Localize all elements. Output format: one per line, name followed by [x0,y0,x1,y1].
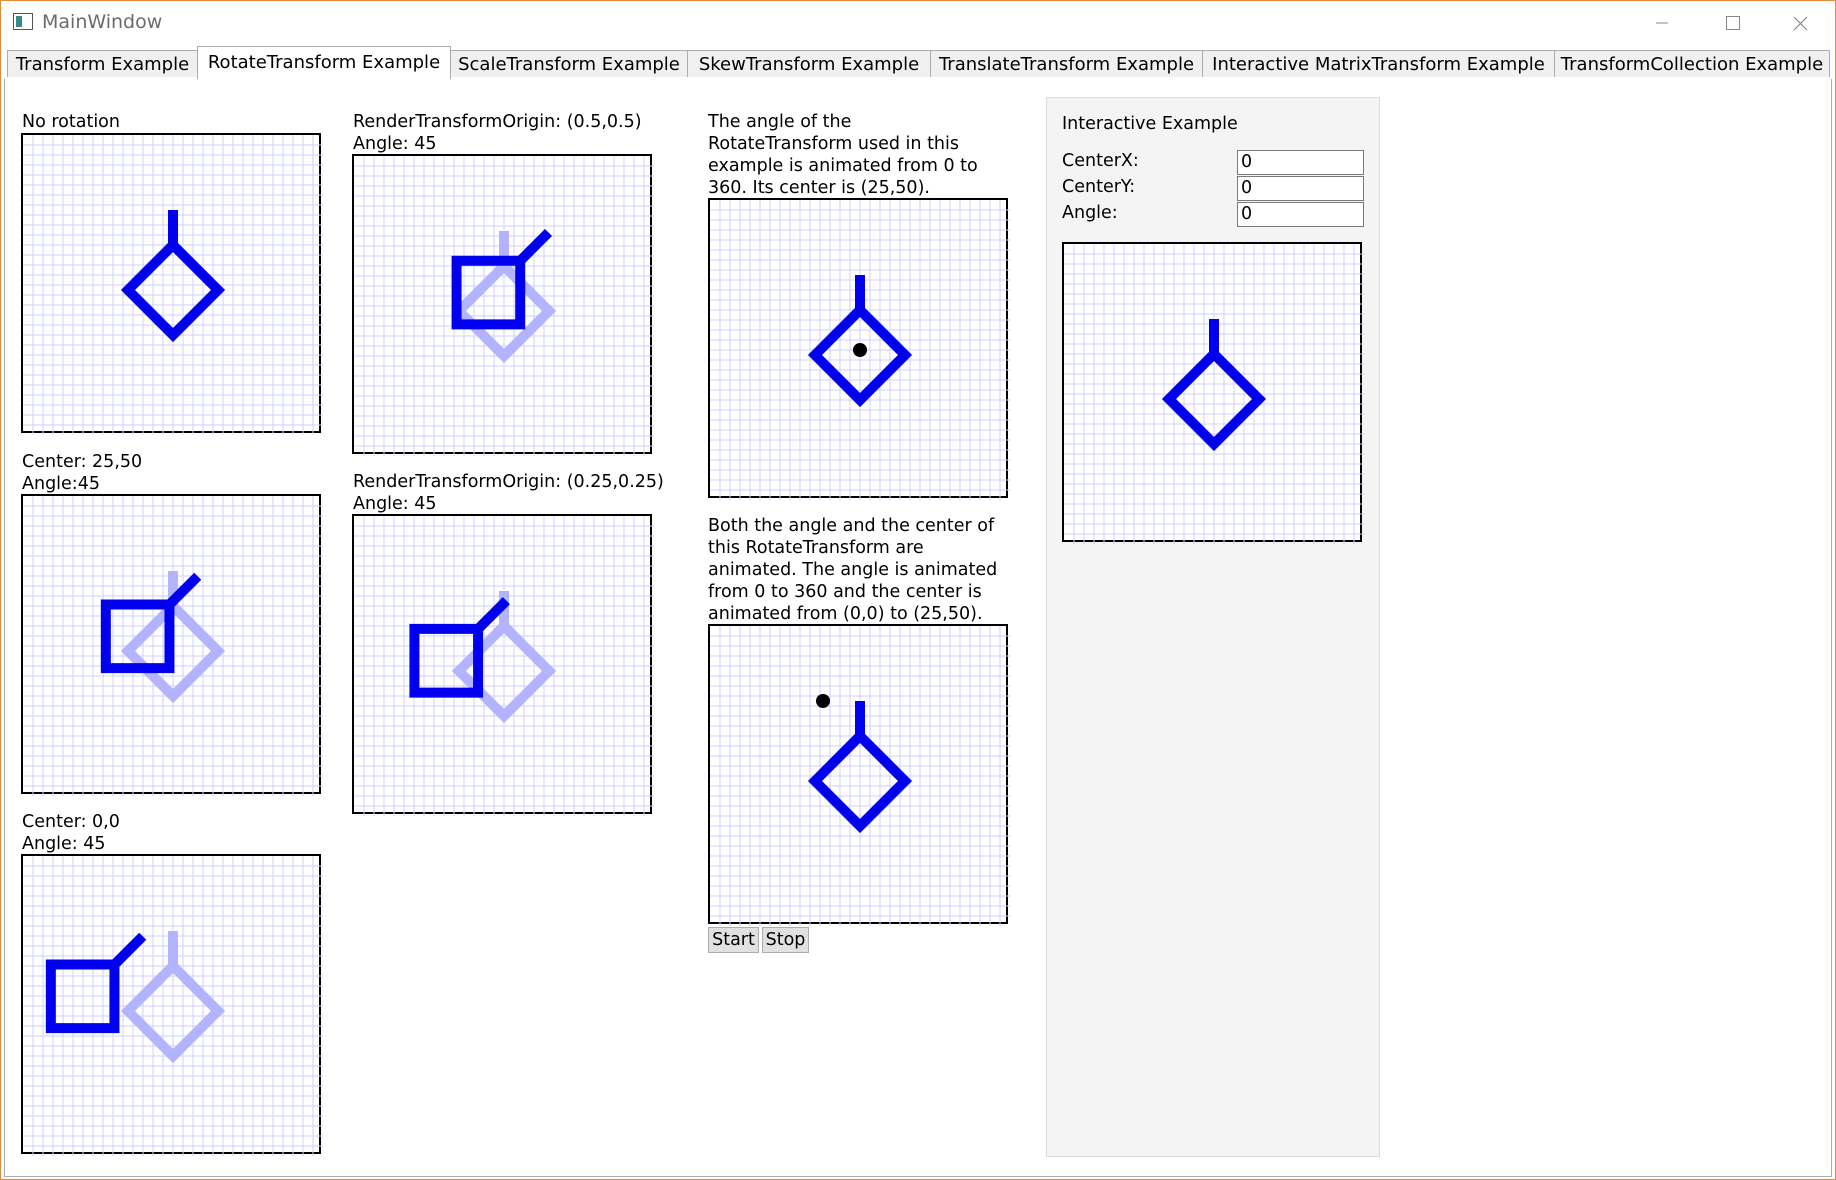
title-bar: MainWindow [1,1,1835,45]
tab-translatetransform[interactable]: TranslateTransform Example [930,50,1203,77]
animated-angle-line-4: 360. Its center is (25,50). [708,178,930,198]
rotation-center-dot [816,694,830,708]
animated-both-line-5: animated from (0,0) to (25,50). [708,604,983,624]
rotation-center-dot [853,343,867,357]
origin-025-label-2: Angle: 45 [353,494,437,514]
tab-strip: Transform Example RotateTransform Exampl… [4,46,1832,80]
animated-both-line-1: Both the angle and the center of [708,516,995,536]
center-25-50-label-2: Angle:45 [22,474,100,494]
shape-diamond [1161,319,1267,452]
shape-diamond [807,275,913,408]
shape-diamond [807,694,913,834]
centery-label: CenterY: [1062,177,1136,197]
main-window: MainWindow Transform Example RotateTrans… [0,0,1836,1180]
center-25-50-canvas [21,494,323,796]
center-0-0-label-1: Center: 0,0 [22,812,120,832]
close-icon [1793,16,1808,31]
animated-angle-line-2: RotateTransform used in this [708,134,959,154]
tab-transform[interactable]: Transform Example [7,50,198,77]
stop-button[interactable]: Stop [762,927,809,953]
rotated-shape [451,228,553,330]
center-0-0-canvas [21,854,323,1156]
tab-interactive-matrixtransform[interactable]: Interactive MatrixTransform Example [1202,50,1555,77]
animated-both-line-3: animated. The angle is animated [708,560,998,580]
center-25-50-label-1: Center: 25,50 [22,452,143,472]
origin-05-label-2: Angle: 45 [353,134,437,154]
origin-025-label-1: RenderTransformOrigin: (0.25,0.25) [353,472,664,492]
origin-025-canvas [352,514,654,816]
origin-05-canvas [352,154,654,456]
minimize-button[interactable] [1627,1,1697,45]
rotated-shape [100,572,202,674]
angle-field[interactable]: 0 [1237,202,1364,227]
centerx-label: CenterX: [1062,151,1139,171]
tab-skewtransform[interactable]: SkewTransform Example [687,50,931,77]
shape-diamond [120,210,226,343]
origin-05-label-1: RenderTransformOrigin: (0.5,0.5) [353,112,642,132]
angle-label: Angle: [1062,203,1118,223]
start-button[interactable]: Start [708,927,759,953]
animated-both-canvas [708,624,1010,926]
close-button[interactable] [1765,1,1835,45]
window-title: MainWindow [42,11,163,33]
centerx-field[interactable]: 0 [1237,150,1364,175]
animated-both-line-2: this RotateTransform are [708,538,924,558]
app-icon [13,13,33,30]
minimize-icon [1656,22,1668,24]
no-rotation-label: No rotation [22,112,120,132]
interactive-canvas [1062,242,1364,544]
animated-angle-canvas [708,198,1010,500]
animated-angle-line-1: The angle of the [708,112,852,132]
interactive-title: Interactive Example [1062,114,1238,134]
tab-transformcollection[interactable]: TransformCollection Example [1554,50,1830,77]
tab-rotatetransform[interactable]: RotateTransform Example [197,46,451,79]
animated-angle-line-3: example is animated from 0 to [708,156,978,176]
maximize-icon [1726,16,1740,30]
center-0-0-label-2: Angle: 45 [22,834,106,854]
no-rotation-canvas [21,133,323,435]
centery-field[interactable]: 0 [1237,176,1364,201]
tab-scaletransform[interactable]: ScaleTransform Example [450,50,688,77]
maximize-button[interactable] [1697,1,1767,45]
animated-both-line-4: from 0 to 360 and the center is [708,582,982,602]
rotated-shape [45,932,147,1034]
rotated-shape [409,597,510,698]
